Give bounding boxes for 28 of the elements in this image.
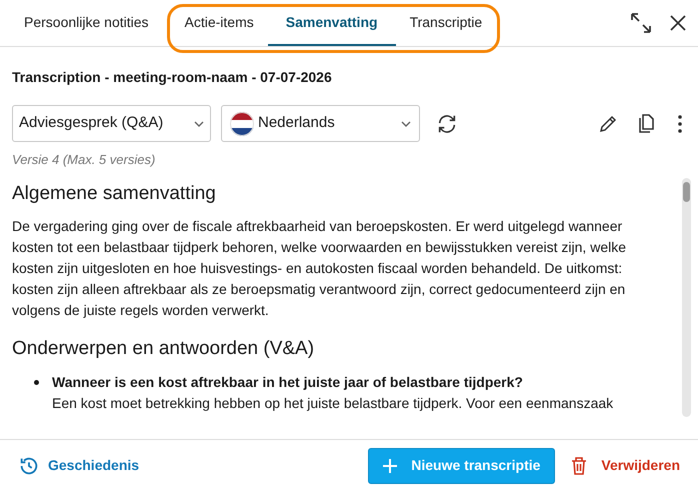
chevron-down-icon xyxy=(401,120,411,126)
scrollbar[interactable] xyxy=(682,178,691,417)
tab[interactable]: Actie-items xyxy=(170,1,268,46)
chevron-down-icon xyxy=(194,120,204,126)
transcription-title: Transcription - meeting-room-naam - 07-07-2026 xyxy=(12,68,333,87)
language-select[interactable]: Nederlands xyxy=(221,105,420,142)
plus-icon xyxy=(383,458,398,472)
close-icon[interactable] xyxy=(670,15,686,31)
refresh-icon[interactable] xyxy=(436,112,458,134)
scrollbar-thumb[interactable] xyxy=(683,182,690,202)
tab[interactable]: Persoonlijke notities xyxy=(10,1,163,46)
section-heading: Algemene samenvatting xyxy=(12,182,217,206)
history-button[interactable]: Geschiedenis xyxy=(18,454,140,476)
trash-icon xyxy=(571,456,588,474)
tab[interactable]: Samenvatting xyxy=(268,1,396,46)
section-heading: Onderwerpen en antwoorden (V&A) xyxy=(12,337,316,361)
expand-icon[interactable] xyxy=(630,12,652,34)
question-text: Wanneer is een kost aftrekbaar in het juiste jaar of belastbare tijdperk? xyxy=(52,372,524,392)
copy-icon[interactable] xyxy=(638,114,656,134)
answer-text: Een kost moet betrekking hebben op het juiste belastbare tijdperk. Voor een eenmanszaak xyxy=(52,394,614,413)
tab[interactable]: Transcriptie xyxy=(396,1,496,46)
netherlands-flag-icon xyxy=(230,112,254,136)
pencil-icon[interactable] xyxy=(598,114,618,134)
delete-button[interactable]: Verwijderen xyxy=(571,455,680,476)
version-label: Versie 4 (Max. 5 versies) xyxy=(12,151,156,169)
template-select[interactable]: Adviesgesprek (Q&A) xyxy=(12,105,211,142)
summary-paragraph: De vergadering ging over de fiscale aftrekbaarheid van beroepskosten. Er werd uitgelegd wanneer kosten tot een belastbaar tijdperk behoren, welke voorwaarden en bewijsstukken vereist zijn, welke kosten zijn uitgesloten en hoe huisvestings- en autokosten fiscaal worden behandeld. De uitkomst: kosten zijn alleen aftrekbaar als ze beroepsmatig verantwoord zijn, correct gedocumenteerd zijn en volgens de juiste regels worden verwerkt. xyxy=(12,217,628,320)
more-icon[interactable] xyxy=(678,114,682,132)
